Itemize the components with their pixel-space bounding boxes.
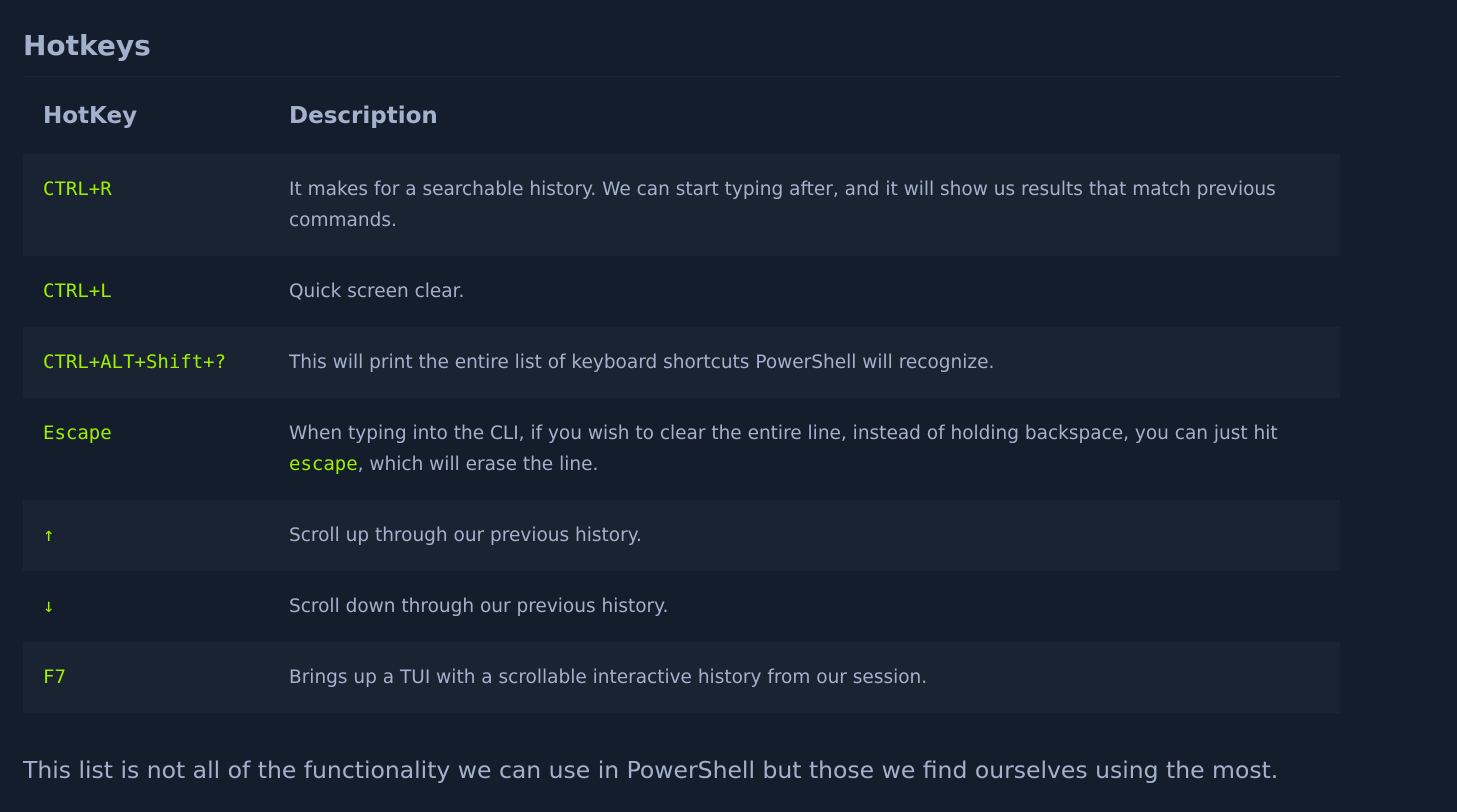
- table-row: ↑ Scroll up through our previous history…: [23, 500, 1340, 571]
- hotkeys-section: Hotkeys HotKey Description CTRL+R It mak…: [23, 0, 1340, 713]
- arrow-up-icon: ↑: [23, 500, 269, 571]
- arrow-down-icon: ↓: [23, 571, 269, 642]
- header-hotkey: HotKey: [43, 102, 138, 129]
- description-cell: Quick screen clear.: [269, 256, 1340, 327]
- table-row: Escape When typing into the CLI, if you …: [23, 398, 1340, 500]
- description-cell: This will print the entire list of keybo…: [269, 327, 1340, 398]
- header-description: Description: [289, 102, 438, 129]
- description-cell: Brings up a TUI with a scrollable intera…: [269, 642, 1340, 713]
- hotkey-cell: Escape: [23, 398, 269, 500]
- footer-paragraph: This list is not all of the functionalit…: [23, 756, 1279, 784]
- table-row: CTRL+ALT+Shift+? This will print the ent…: [23, 327, 1340, 398]
- table-row: ↓ Scroll down through our previous histo…: [23, 571, 1340, 642]
- inline-code-escape: escape: [289, 453, 358, 475]
- description-cell: It makes for a searchable history. We ca…: [269, 154, 1340, 256]
- table-row: F7 Brings up a TUI with a scrollable int…: [23, 642, 1340, 713]
- hotkey-cell: CTRL+R: [23, 154, 269, 256]
- description-text: , which will erase the line.: [357, 454, 599, 475]
- description-cell: When typing into the CLI, if you wish to…: [269, 398, 1340, 500]
- hotkey-cell: F7: [23, 642, 269, 713]
- description-cell: Scroll up through our previous history.: [269, 500, 1340, 571]
- table-header-row: HotKey Description: [23, 77, 1340, 154]
- description-cell: Scroll down through our previous history…: [269, 571, 1340, 642]
- hotkeys-table: HotKey Description CTRL+R It makes for a…: [23, 77, 1340, 713]
- table-row: CTRL+L Quick screen clear.: [23, 256, 1340, 327]
- section-title: Hotkeys: [23, 0, 1340, 77]
- table-row: CTRL+R It makes for a searchable history…: [23, 154, 1340, 256]
- description-text: When typing into the CLI, if you wish to…: [289, 423, 1278, 444]
- hotkey-cell: CTRL+L: [23, 256, 269, 327]
- hotkey-cell: CTRL+ALT+Shift+?: [23, 327, 269, 398]
